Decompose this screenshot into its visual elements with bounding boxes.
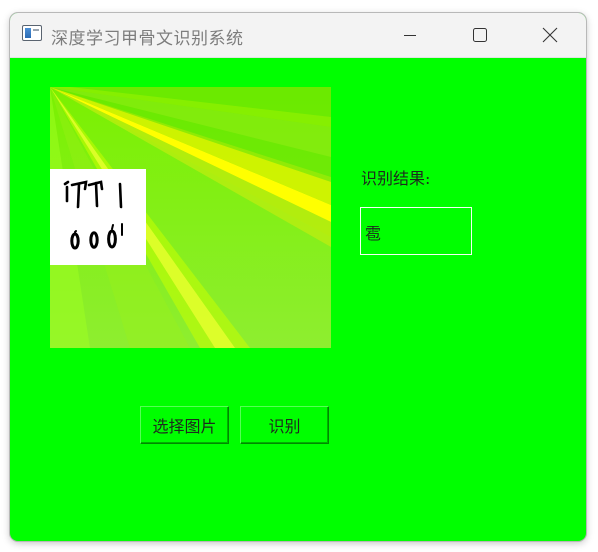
maximize-button[interactable] [446, 13, 514, 57]
recognize-button[interactable]: 识别 [240, 406, 329, 444]
select-image-button[interactable]: 选择图片 [140, 406, 229, 444]
result-label: 识别结果: [361, 169, 431, 188]
close-icon [542, 27, 558, 43]
close-button[interactable] [516, 13, 584, 57]
minimize-button[interactable] [376, 13, 444, 57]
title-bar[interactable]: 深度学习甲骨文识别系统 [10, 13, 586, 58]
app-window: 深度学习甲骨文识别系统 识别结果: 雹 选择图片 识别 [10, 13, 586, 541]
app-window-icon [22, 25, 42, 41]
maximize-icon [473, 28, 487, 42]
result-value-field: 雹 [360, 207, 472, 255]
oracle-bone-character-image [50, 169, 146, 265]
minimize-icon [404, 35, 416, 36]
window-title: 深度学习甲骨文识别系统 [51, 29, 244, 49]
